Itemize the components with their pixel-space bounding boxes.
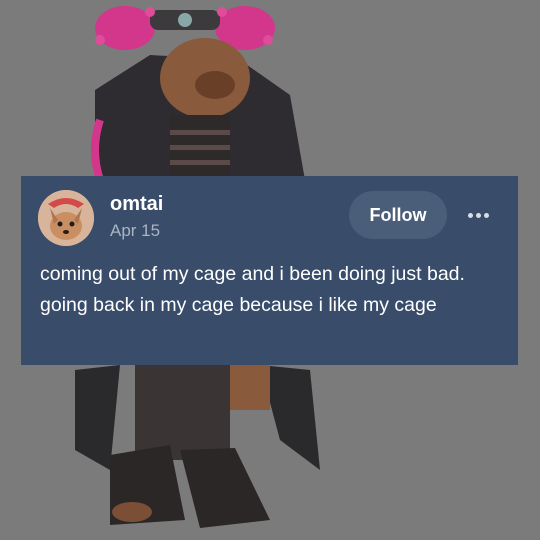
dog-avatar-image: [38, 190, 94, 246]
follow-button[interactable]: Follow: [349, 191, 447, 239]
dot: [467, 212, 473, 218]
post-card: omtai Apr 15 Follow coming out of my cag…: [21, 176, 518, 365]
username[interactable]: omtai: [110, 193, 163, 216]
dot: [483, 212, 489, 218]
more-options-icon[interactable]: [461, 203, 495, 227]
dot: [475, 212, 481, 218]
post-body-text: coming out of my cage and i been doing j…: [40, 263, 465, 316]
dog-avatar[interactable]: [38, 190, 94, 246]
legs: [135, 365, 230, 460]
post-date[interactable]: Apr 15: [110, 221, 160, 241]
